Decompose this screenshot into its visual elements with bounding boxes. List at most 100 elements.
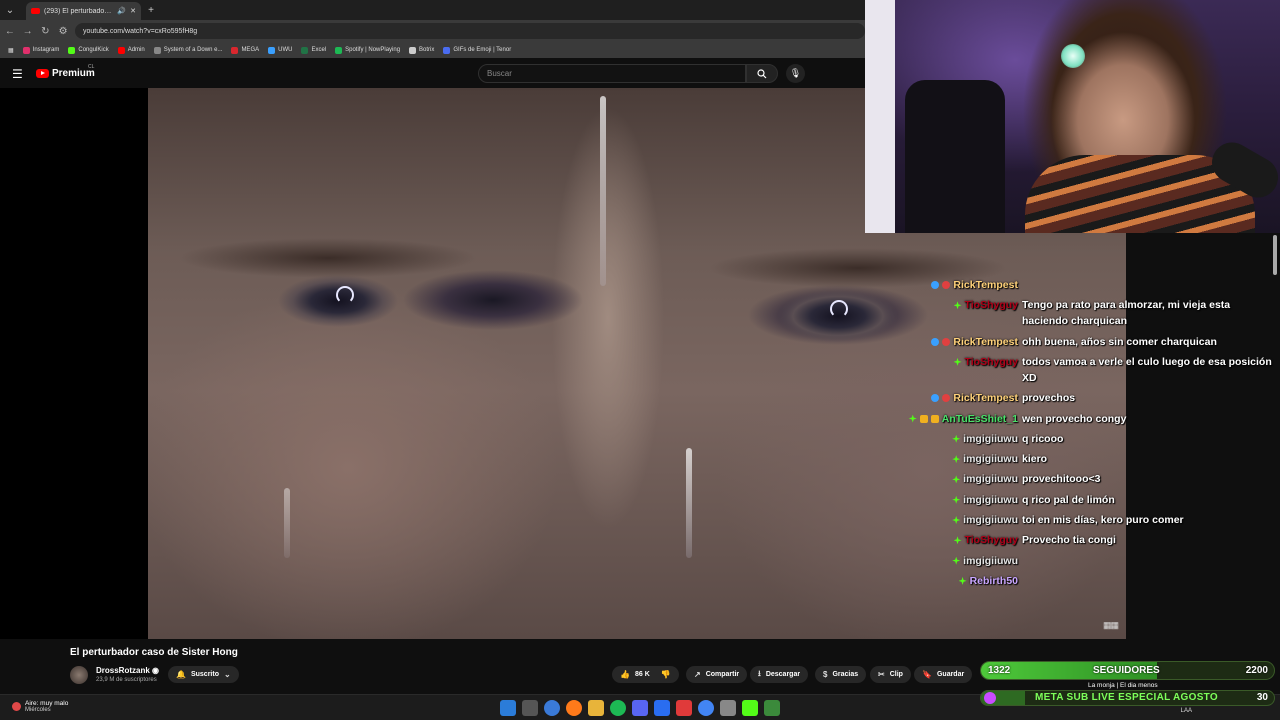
chat-username: TioShyguy bbox=[964, 299, 1018, 312]
webcam-chair bbox=[905, 80, 1005, 233]
red-badge-icon bbox=[942, 337, 951, 346]
discord-icon[interactable] bbox=[632, 700, 648, 716]
task-view-icon[interactable] bbox=[522, 700, 538, 716]
bookmark-item[interactable]: UWU bbox=[268, 46, 292, 54]
youtube-play-icon bbox=[36, 69, 49, 78]
chat-username: imgigiiuwu bbox=[963, 473, 1018, 486]
chat-text: q ricooo bbox=[1022, 432, 1064, 445]
share-label: Compartir bbox=[705, 671, 740, 678]
chat-user: imgigiiuwu bbox=[952, 451, 1022, 467]
bookmark-label: Instagram bbox=[32, 47, 60, 53]
bookmark-item[interactable]: Admin bbox=[117, 46, 145, 54]
verified-icon: ◉ bbox=[152, 666, 160, 675]
bookmark-item[interactable]: Spotify | NowPlaying bbox=[335, 46, 400, 54]
bookmark-item[interactable]: Botrix bbox=[409, 46, 434, 54]
channel-avatar[interactable] bbox=[70, 666, 88, 684]
green-badge-icon bbox=[953, 301, 962, 310]
bookmark-item[interactable]: System of a Down e... bbox=[153, 46, 222, 54]
search-input[interactable]: Buscar bbox=[478, 64, 746, 83]
green-badge-icon bbox=[958, 576, 967, 585]
edge-icon[interactable] bbox=[544, 700, 560, 716]
spotify-icon[interactable] bbox=[610, 700, 626, 716]
voice-search-button[interactable]: 🎙 bbox=[786, 64, 805, 83]
steam-icon[interactable] bbox=[654, 700, 670, 716]
chat-text: Provecho tia congi bbox=[1022, 534, 1116, 547]
chat-user: imgigiiuwu bbox=[952, 431, 1022, 447]
chat-user: RickTempest bbox=[931, 277, 1022, 293]
chat-message: Rebirth50 bbox=[958, 573, 1276, 589]
site-info-icon[interactable]: ⚙ bbox=[57, 26, 69, 37]
close-tab-icon[interactable]: ✕ bbox=[130, 7, 136, 15]
bookmark-item[interactable]: Instagram bbox=[22, 46, 60, 54]
chat-overlay: RickTempest TioShyguy Tengo pa rato para a… bbox=[905, 277, 1280, 592]
forward-icon[interactable]: → bbox=[22, 26, 34, 37]
sub-goal-count: 30 bbox=[1256, 692, 1268, 703]
thumbs-up-icon: 👍 bbox=[620, 670, 630, 679]
search-button[interactable] bbox=[746, 64, 778, 83]
share-button[interactable]: ↗ Compartir bbox=[686, 666, 748, 683]
kick-icon[interactable] bbox=[742, 700, 758, 716]
keyboard-layout: LAA bbox=[1180, 708, 1193, 714]
green-badge-icon bbox=[953, 536, 962, 545]
subscribe-label: Suscrito bbox=[190, 671, 219, 678]
browser-tab-active[interactable]: (293) El perturbador caso d 🔊 ✕ bbox=[26, 2, 141, 20]
webcam-shelf bbox=[865, 0, 895, 233]
file-explorer-icon[interactable] bbox=[588, 700, 604, 716]
chrome-icon[interactable] bbox=[698, 700, 714, 716]
youtube-logo[interactable]: Premium CL bbox=[36, 64, 95, 79]
chat-message: imgigiiuwu provechitooo<3 bbox=[952, 471, 1276, 487]
channel-name[interactable]: DrossRotzank ◉ bbox=[96, 666, 159, 675]
bookmark-item[interactable]: CongulKick bbox=[68, 46, 109, 54]
search-icon bbox=[757, 68, 767, 78]
settings-icon[interactable] bbox=[720, 700, 736, 716]
subscribe-button[interactable]: 🔔 Suscrito ⌄ bbox=[168, 666, 239, 683]
download-label: Descargar bbox=[765, 671, 801, 678]
thumbs-down-icon[interactable]: 👎 bbox=[661, 670, 671, 679]
chat-username: TioShyguy bbox=[964, 355, 1018, 368]
download-icon: ⭳ bbox=[758, 668, 761, 678]
firefox-icon[interactable] bbox=[566, 700, 582, 716]
followers-goal: 2200 bbox=[1245, 665, 1268, 676]
thanks-button[interactable]: $ Gracias bbox=[815, 666, 867, 683]
video-eye-highlight-right bbox=[830, 300, 848, 318]
new-tab-icon[interactable]: + bbox=[141, 0, 161, 20]
apps-icon[interactable]: ▦ bbox=[8, 47, 14, 54]
chat-user: imgigiiuwu bbox=[952, 553, 1022, 569]
bookmark-label: Excel bbox=[311, 47, 327, 53]
save-label: Guardar bbox=[936, 671, 965, 678]
bookmark-item[interactable]: GIFs de Emoji | Tenor bbox=[443, 46, 512, 54]
chat-user: Rebirth50 bbox=[958, 573, 1022, 589]
menu-icon[interactable]: ☰ bbox=[12, 67, 23, 81]
video-tear-left bbox=[284, 488, 290, 558]
obs-icon[interactable] bbox=[676, 700, 692, 716]
chat-user: RickTempest bbox=[931, 390, 1022, 406]
start-icon[interactable] bbox=[500, 700, 516, 716]
followers-label: SEGUIDORES bbox=[1093, 665, 1160, 676]
followers-current: 1322 bbox=[988, 665, 1011, 676]
url-field[interactable]: youtube.com/watch?v=cxRo595fH8g bbox=[75, 23, 865, 39]
youtube-favicon-icon bbox=[31, 8, 40, 14]
back-icon[interactable]: ← bbox=[4, 26, 16, 37]
chat-text bbox=[1022, 277, 1276, 293]
scrollbar[interactable] bbox=[1273, 235, 1277, 275]
address-bar: ← → ↻ ⚙ youtube.com/watch?v=cxRo595fH8g bbox=[0, 20, 865, 42]
chat-username: TioShyguy bbox=[964, 534, 1018, 547]
clip-button[interactable]: ✂ Clip bbox=[870, 666, 911, 683]
bookmark-favicon-icon bbox=[335, 46, 343, 54]
chat-text bbox=[1022, 573, 1276, 589]
thanks-icon: $ bbox=[823, 670, 828, 679]
tab-list-icon[interactable]: ⌄ bbox=[0, 0, 20, 20]
download-button[interactable]: ⭳ Descargar bbox=[750, 666, 809, 683]
bookmark-favicon-icon bbox=[443, 46, 451, 54]
bookmark-item[interactable]: MEGA bbox=[231, 46, 259, 54]
reload-icon[interactable]: ↻ bbox=[40, 26, 52, 37]
bookmark-item[interactable]: Excel bbox=[301, 46, 327, 54]
speaker-icon[interactable]: 🔊 bbox=[117, 7, 126, 15]
qr-code-icon: ▦▦ bbox=[1102, 620, 1119, 630]
app-icon[interactable] bbox=[764, 700, 780, 716]
clip-label: Clip bbox=[889, 671, 903, 678]
weather-widget[interactable]: Aire: muy malo Miércoles bbox=[12, 700, 68, 713]
like-button[interactable]: 👍 86 K 👎 bbox=[612, 666, 679, 683]
save-button[interactable]: 🔖 Guardar bbox=[914, 666, 973, 683]
bookmark-label: GIFs de Emoji | Tenor bbox=[453, 47, 512, 53]
